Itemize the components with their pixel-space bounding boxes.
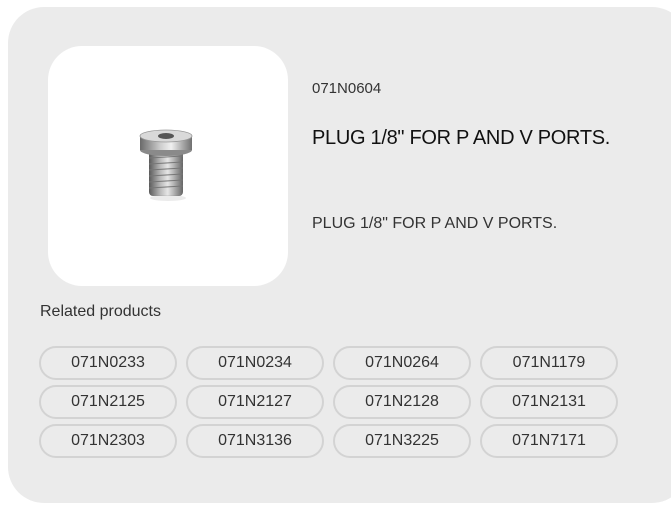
related-products-list: 071N0233 071N0234 071N0264 071N1179 071N…: [39, 346, 639, 458]
related-product-chip[interactable]: 071N0234: [186, 346, 324, 380]
related-product-chip[interactable]: 071N7171: [480, 424, 618, 458]
product-sku: 071N0604: [312, 80, 382, 97]
product-description: PLUG 1/8" FOR P AND V PORTS.: [312, 215, 558, 232]
related-product-chip[interactable]: 071N0233: [39, 346, 177, 380]
related-product-chip[interactable]: 071N2131: [480, 385, 618, 419]
related-product-chip[interactable]: 071N2125: [39, 385, 177, 419]
related-product-chip[interactable]: 071N2303: [39, 424, 177, 458]
product-image: [48, 46, 288, 286]
related-product-chip[interactable]: 071N1179: [480, 346, 618, 380]
related-product-chip[interactable]: 071N2127: [186, 385, 324, 419]
related-products-heading: Related products: [40, 303, 161, 320]
plug-image: [139, 129, 193, 201]
related-product-chip[interactable]: 071N0264: [333, 346, 471, 380]
related-product-chip[interactable]: 071N3225: [333, 424, 471, 458]
related-product-chip[interactable]: 071N2128: [333, 385, 471, 419]
related-product-chip[interactable]: 071N3136: [186, 424, 324, 458]
product-title: PLUG 1/8" FOR P AND V PORTS.: [312, 127, 611, 149]
